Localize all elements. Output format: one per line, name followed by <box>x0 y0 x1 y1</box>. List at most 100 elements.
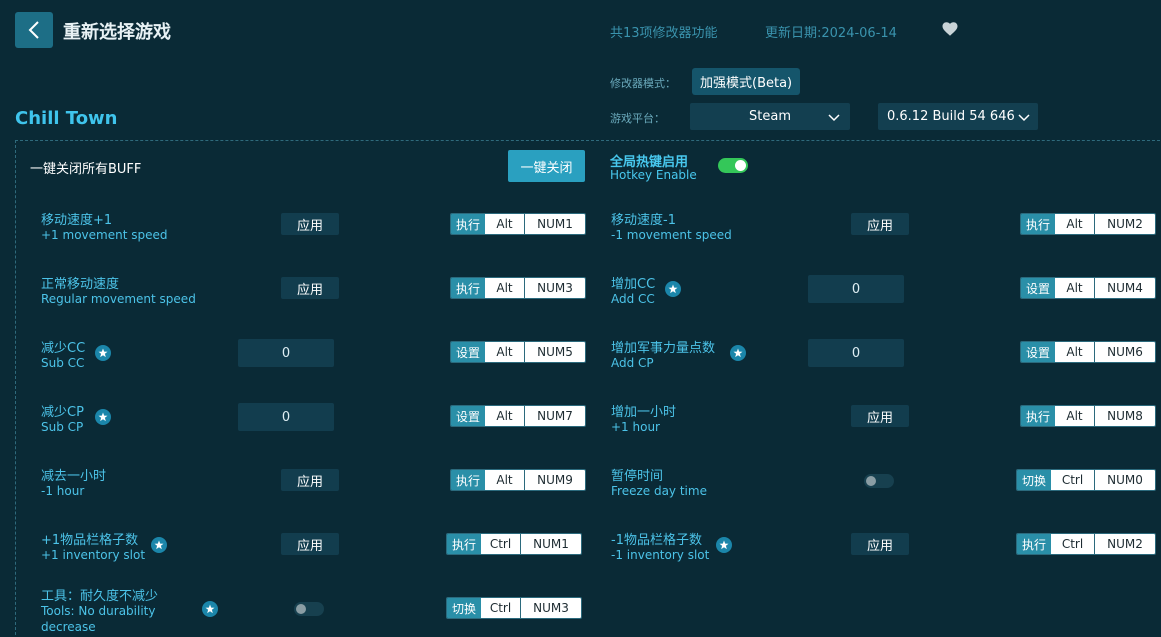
hotkey-key[interactable]: NUM2 <box>1095 214 1155 234</box>
back-button[interactable] <box>15 12 53 48</box>
star-icon <box>665 281 681 297</box>
value-input[interactable] <box>808 339 904 367</box>
value-input[interactable] <box>808 275 904 303</box>
feature-subtitle: Sub CC <box>41 356 85 370</box>
hotkey-group[interactable]: 设置 Alt NUM5 <box>450 341 586 363</box>
hotkey-modifier[interactable]: Ctrl <box>1051 470 1095 490</box>
platform-select[interactable]: Steam <box>690 103 850 130</box>
feature-toggle[interactable] <box>864 474 894 488</box>
feature-name: 工具：耐久度不减少 <box>41 589 159 604</box>
update-date: 更新日期:2024-06-14 <box>765 26 897 41</box>
toggle-knob <box>296 604 306 614</box>
hotkey-modifier[interactable]: Ctrl <box>1051 534 1095 554</box>
hotkey-action[interactable]: 执行 <box>451 214 485 234</box>
hotkey-group[interactable]: 设置 Alt NUM4 <box>1020 277 1156 299</box>
value-input[interactable] <box>238 403 334 431</box>
apply-button[interactable]: 应用 <box>281 533 339 555</box>
apply-button[interactable]: 应用 <box>851 405 909 427</box>
hotkey-group[interactable]: 执行 Ctrl NUM1 <box>446 533 582 555</box>
feature-toggle[interactable] <box>294 602 324 616</box>
mode-badge[interactable]: 加强模式(Beta) <box>692 68 801 95</box>
hotkey-action[interactable]: 执行 <box>447 534 481 554</box>
apply-button[interactable]: 应用 <box>281 277 339 299</box>
value-input[interactable] <box>238 339 334 367</box>
hotkey-action[interactable]: 执行 <box>1021 406 1055 426</box>
feature-count: 共13项修改器功能 <box>610 26 718 41</box>
chevron-down-icon <box>1014 112 1030 122</box>
hotkey-group[interactable]: 设置 Alt NUM6 <box>1020 341 1156 363</box>
hotkey-modifier[interactable]: Alt <box>1055 278 1095 298</box>
hotkey-modifier[interactable]: Alt <box>1055 342 1095 362</box>
apply-button[interactable]: 应用 <box>851 213 909 235</box>
hotkey-key[interactable]: NUM1 <box>525 214 585 234</box>
star-icon <box>95 409 111 425</box>
hotkey-group[interactable]: 设置 Alt NUM7 <box>450 405 586 427</box>
hotkey-key[interactable]: NUM9 <box>525 470 585 490</box>
hotkey-group[interactable]: 执行 Alt NUM3 <box>450 277 586 299</box>
feature-subtitle: Add CC <box>611 292 655 306</box>
hotkey-key[interactable]: NUM6 <box>1095 342 1155 362</box>
feature-subtitle: Add CP <box>611 356 654 370</box>
hotkey-modifier[interactable]: Ctrl <box>481 534 521 554</box>
hotkey-modifier[interactable]: Alt <box>485 342 525 362</box>
disable-all-button[interactable]: 一键关闭 <box>508 150 585 182</box>
hotkey-group[interactable]: 切换 Ctrl NUM0 <box>1016 469 1156 491</box>
hotkey-modifier[interactable]: Alt <box>485 470 525 490</box>
hotkey-action[interactable]: 执行 <box>451 470 485 490</box>
apply-button[interactable]: 应用 <box>281 213 339 235</box>
hotkey-action[interactable]: 设置 <box>451 342 485 362</box>
feature-subtitle: +1 hour <box>611 420 660 434</box>
apply-button[interactable]: 应用 <box>281 469 339 491</box>
hotkey-action[interactable]: 执行 <box>451 278 485 298</box>
hotkey-group[interactable]: 执行 Alt NUM2 <box>1020 213 1156 235</box>
game-title: Chill Town <box>15 108 118 129</box>
star-icon <box>730 345 746 361</box>
mode-label: 修改器模式： <box>610 77 676 90</box>
apply-button[interactable]: 应用 <box>851 533 909 555</box>
hotkey-modifier[interactable]: Alt <box>485 406 525 426</box>
toggle-knob <box>735 160 746 171</box>
hotkey-group[interactable]: 执行 Ctrl NUM2 <box>1016 533 1156 555</box>
hotkey-modifier[interactable]: Alt <box>1055 214 1095 234</box>
hotkey-group[interactable]: 执行 Alt NUM9 <box>450 469 586 491</box>
hotkey-key[interactable]: NUM8 <box>1095 406 1155 426</box>
heart-icon[interactable] <box>941 20 959 38</box>
hotkey-enable-toggle[interactable] <box>718 158 748 173</box>
disable-all-buff-label: 一键关闭所有BUFF <box>30 162 142 177</box>
feature-subtitle: -1 movement speed <box>611 228 732 242</box>
hotkey-action[interactable]: 设置 <box>1021 342 1055 362</box>
hotkey-key[interactable]: NUM5 <box>525 342 585 362</box>
feature-name: 减少CC <box>41 341 86 356</box>
feature-name: 减去一小时 <box>41 469 107 484</box>
hotkey-key[interactable]: NUM4 <box>1095 278 1155 298</box>
chevron-down-icon <box>828 114 840 122</box>
hotkey-key[interactable]: NUM0 <box>1095 470 1155 490</box>
hotkey-action[interactable]: 设置 <box>451 406 485 426</box>
version-select[interactable]: 0.6.12 Build 54 646 <box>878 103 1038 130</box>
hotkey-modifier[interactable]: Ctrl <box>481 598 521 618</box>
feature-name: 减少CP <box>41 405 84 420</box>
hotkey-action[interactable]: 执行 <box>1021 214 1055 234</box>
hotkey-key[interactable]: NUM3 <box>521 598 581 618</box>
hotkey-key[interactable]: NUM3 <box>525 278 585 298</box>
hotkey-action[interactable]: 执行 <box>1017 534 1051 554</box>
feature-subtitle: +1 inventory slot <box>41 548 146 562</box>
hotkey-group[interactable]: 切换 Ctrl NUM3 <box>446 597 582 619</box>
hotkey-key[interactable]: NUM7 <box>525 406 585 426</box>
hotkey-key[interactable]: NUM2 <box>1095 534 1155 554</box>
hotkey-action[interactable]: 设置 <box>1021 278 1055 298</box>
hotkey-group[interactable]: 执行 Alt NUM8 <box>1020 405 1156 427</box>
hotkey-key[interactable]: NUM1 <box>521 534 581 554</box>
hotkey-modifier[interactable]: Alt <box>1055 406 1095 426</box>
hotkey-group[interactable]: 执行 Alt NUM1 <box>450 213 586 235</box>
hotkey-modifier[interactable]: Alt <box>485 214 525 234</box>
star-icon <box>202 601 218 617</box>
hotkey-action[interactable]: 切换 <box>447 598 481 618</box>
feature-name: 增加军事力量点数 <box>611 341 716 356</box>
hotkey-modifier[interactable]: Alt <box>485 278 525 298</box>
feature-name: +1物品栏格子数 <box>41 533 139 548</box>
feature-name: 增加一小时 <box>611 405 677 420</box>
platform-select-value: Steam <box>749 109 791 124</box>
star-icon <box>716 537 732 553</box>
hotkey-action[interactable]: 切换 <box>1017 470 1051 490</box>
